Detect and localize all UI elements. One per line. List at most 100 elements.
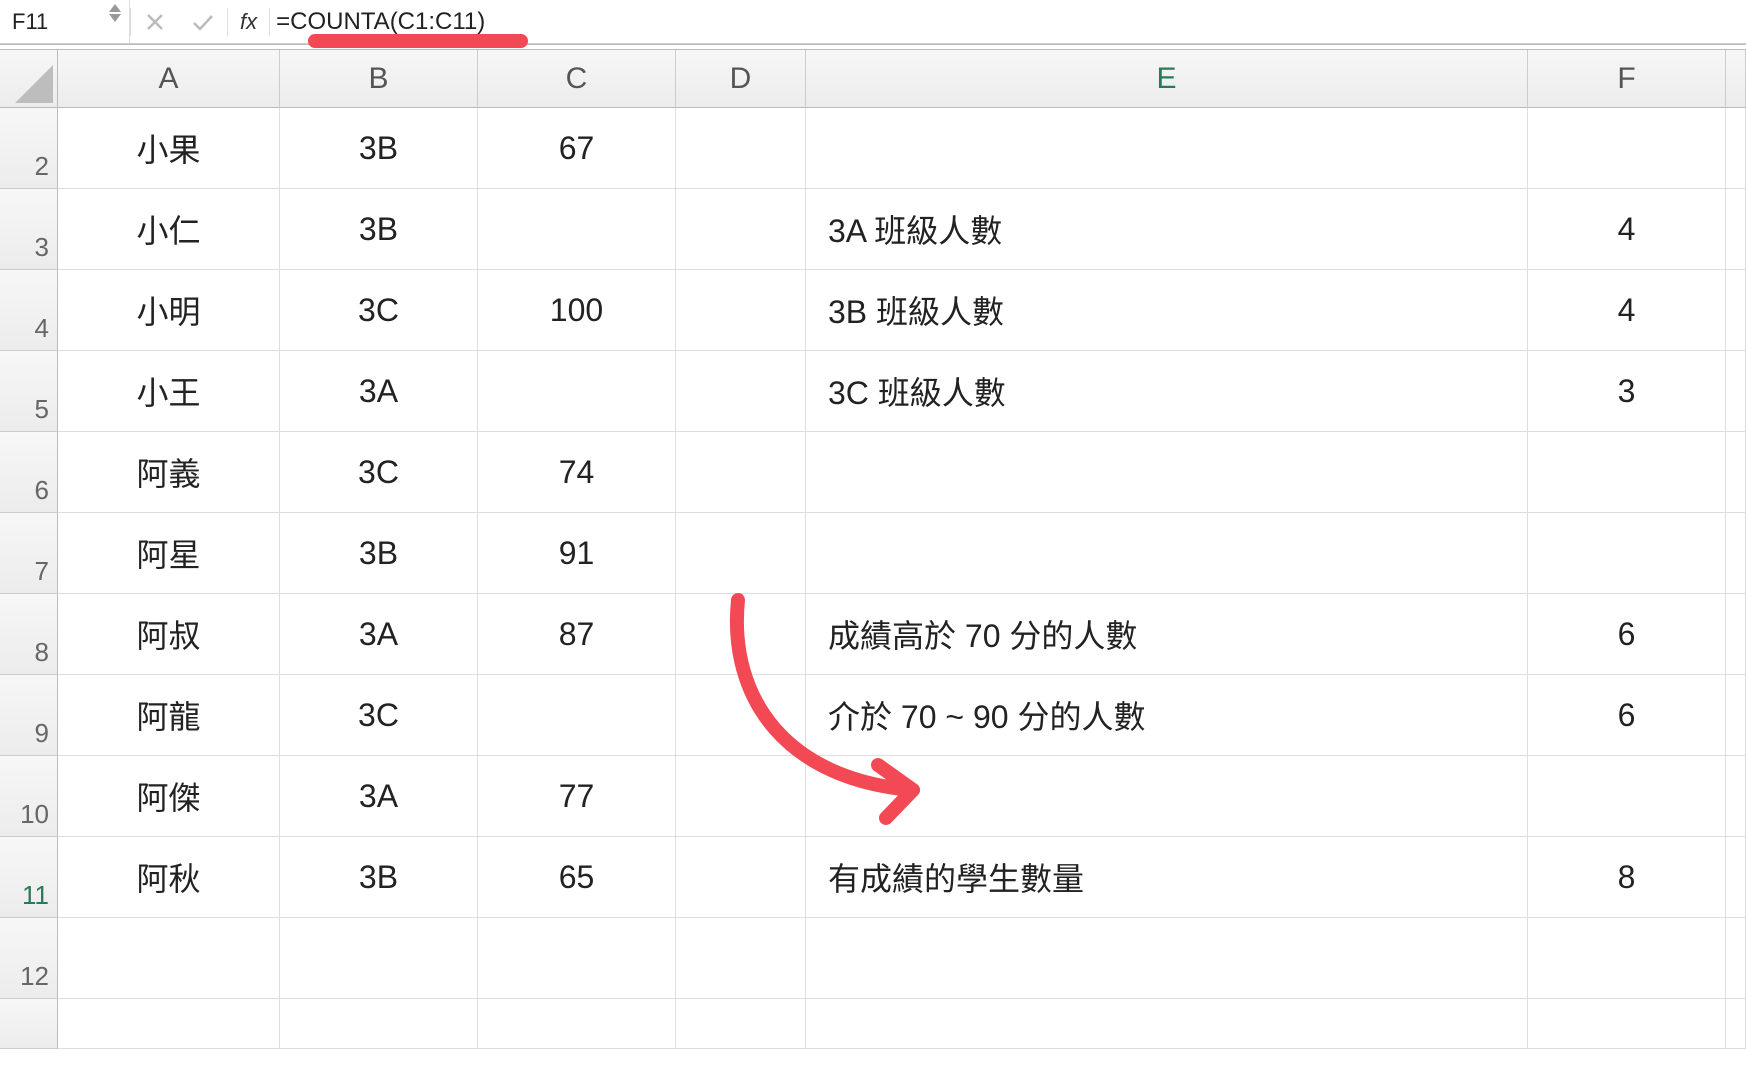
- cell[interactable]: [1528, 918, 1726, 999]
- cell[interactable]: 3A: [280, 594, 478, 675]
- cell[interactable]: [676, 594, 806, 675]
- cell[interactable]: [676, 270, 806, 351]
- cell[interactable]: 8: [1528, 837, 1726, 918]
- row-header-7[interactable]: 7: [0, 513, 58, 594]
- column-header-A[interactable]: A: [58, 50, 280, 108]
- cell[interactable]: [1726, 189, 1746, 270]
- chevron-up-icon[interactable]: [109, 4, 121, 12]
- cell[interactable]: [478, 675, 676, 756]
- cell[interactable]: 3B: [280, 837, 478, 918]
- cell[interactable]: 阿星: [58, 513, 280, 594]
- cell[interactable]: [1528, 108, 1726, 189]
- cell[interactable]: [1726, 108, 1746, 189]
- accept-formula-button[interactable]: [179, 0, 227, 43]
- cell[interactable]: 6: [1528, 675, 1726, 756]
- cell[interactable]: [478, 999, 676, 1049]
- cell[interactable]: [1726, 675, 1746, 756]
- cell[interactable]: [1726, 270, 1746, 351]
- cell[interactable]: 3B: [280, 108, 478, 189]
- cell[interactable]: [806, 432, 1528, 513]
- cell[interactable]: [676, 999, 806, 1049]
- cell[interactable]: [676, 351, 806, 432]
- cell[interactable]: 3C: [280, 675, 478, 756]
- cell[interactable]: 阿義: [58, 432, 280, 513]
- cell[interactable]: 65: [478, 837, 676, 918]
- cell[interactable]: [1726, 756, 1746, 837]
- cell[interactable]: [58, 918, 280, 999]
- cell[interactable]: [1726, 432, 1746, 513]
- cancel-formula-button[interactable]: [131, 0, 179, 43]
- cell[interactable]: 3B 班級人數: [806, 270, 1528, 351]
- cell[interactable]: [1726, 351, 1746, 432]
- cell[interactable]: [676, 675, 806, 756]
- cell[interactable]: [806, 108, 1528, 189]
- cell[interactable]: [676, 837, 806, 918]
- cell[interactable]: 阿叔: [58, 594, 280, 675]
- cell[interactable]: 3A 班級人數: [806, 189, 1528, 270]
- row-header-8[interactable]: 8: [0, 594, 58, 675]
- cell[interactable]: [1528, 513, 1726, 594]
- cell[interactable]: 阿秋: [58, 837, 280, 918]
- cell[interactable]: 介於 70 ~ 90 分的人數: [806, 675, 1528, 756]
- row-header-extra[interactable]: [0, 999, 58, 1049]
- cell[interactable]: 3: [1528, 351, 1726, 432]
- cell[interactable]: [1528, 999, 1726, 1049]
- cell[interactable]: 3B: [280, 189, 478, 270]
- name-box[interactable]: F11: [0, 0, 130, 43]
- cell[interactable]: 3A: [280, 351, 478, 432]
- cell[interactable]: 74: [478, 432, 676, 513]
- namebox-spinner[interactable]: [109, 4, 121, 22]
- cell[interactable]: [478, 351, 676, 432]
- row-header-11[interactable]: 11: [0, 837, 58, 918]
- cell[interactable]: 阿傑: [58, 756, 280, 837]
- cell[interactable]: 小果: [58, 108, 280, 189]
- cell[interactable]: 小仁: [58, 189, 280, 270]
- cell[interactable]: [1726, 918, 1746, 999]
- cell[interactable]: [676, 756, 806, 837]
- cell[interactable]: 有成績的學生數量: [806, 837, 1528, 918]
- cell[interactable]: 成績高於 70 分的人數: [806, 594, 1528, 675]
- chevron-down-icon[interactable]: [109, 14, 121, 22]
- column-header-D[interactable]: D: [676, 50, 806, 108]
- cell[interactable]: 77: [478, 756, 676, 837]
- column-header-C[interactable]: C: [478, 50, 676, 108]
- row-header-2[interactable]: 2: [0, 108, 58, 189]
- select-all-corner[interactable]: [0, 50, 58, 108]
- row-header-6[interactable]: 6: [0, 432, 58, 513]
- cell[interactable]: [1726, 513, 1746, 594]
- cell[interactable]: 87: [478, 594, 676, 675]
- cell[interactable]: [676, 108, 806, 189]
- column-header-extra[interactable]: [1726, 50, 1746, 108]
- cell[interactable]: [806, 918, 1528, 999]
- column-header-F[interactable]: F: [1528, 50, 1726, 108]
- cell[interactable]: [676, 918, 806, 999]
- row-header-9[interactable]: 9: [0, 675, 58, 756]
- cell[interactable]: [478, 189, 676, 270]
- cell[interactable]: 3B: [280, 513, 478, 594]
- cell[interactable]: [806, 999, 1528, 1049]
- cell[interactable]: 100: [478, 270, 676, 351]
- cell[interactable]: 3A: [280, 756, 478, 837]
- cell[interactable]: [806, 513, 1528, 594]
- cell[interactable]: [1726, 999, 1746, 1049]
- fx-icon[interactable]: fx: [228, 9, 269, 35]
- row-header-3[interactable]: 3: [0, 189, 58, 270]
- cell[interactable]: 小王: [58, 351, 280, 432]
- cell[interactable]: [676, 432, 806, 513]
- row-header-5[interactable]: 5: [0, 351, 58, 432]
- column-header-E[interactable]: E: [806, 50, 1528, 108]
- row-header-10[interactable]: 10: [0, 756, 58, 837]
- formula-input[interactable]: [270, 0, 1746, 43]
- cell[interactable]: 4: [1528, 189, 1726, 270]
- cell[interactable]: 3C: [280, 270, 478, 351]
- cell[interactable]: 3C 班級人數: [806, 351, 1528, 432]
- cell[interactable]: 小明: [58, 270, 280, 351]
- cell[interactable]: 阿龍: [58, 675, 280, 756]
- cell[interactable]: [58, 999, 280, 1049]
- row-header-12[interactable]: 12: [0, 918, 58, 999]
- cell[interactable]: [1528, 432, 1726, 513]
- cell[interactable]: [676, 513, 806, 594]
- cell[interactable]: [280, 999, 478, 1049]
- cell[interactable]: [280, 918, 478, 999]
- cell[interactable]: 4: [1528, 270, 1726, 351]
